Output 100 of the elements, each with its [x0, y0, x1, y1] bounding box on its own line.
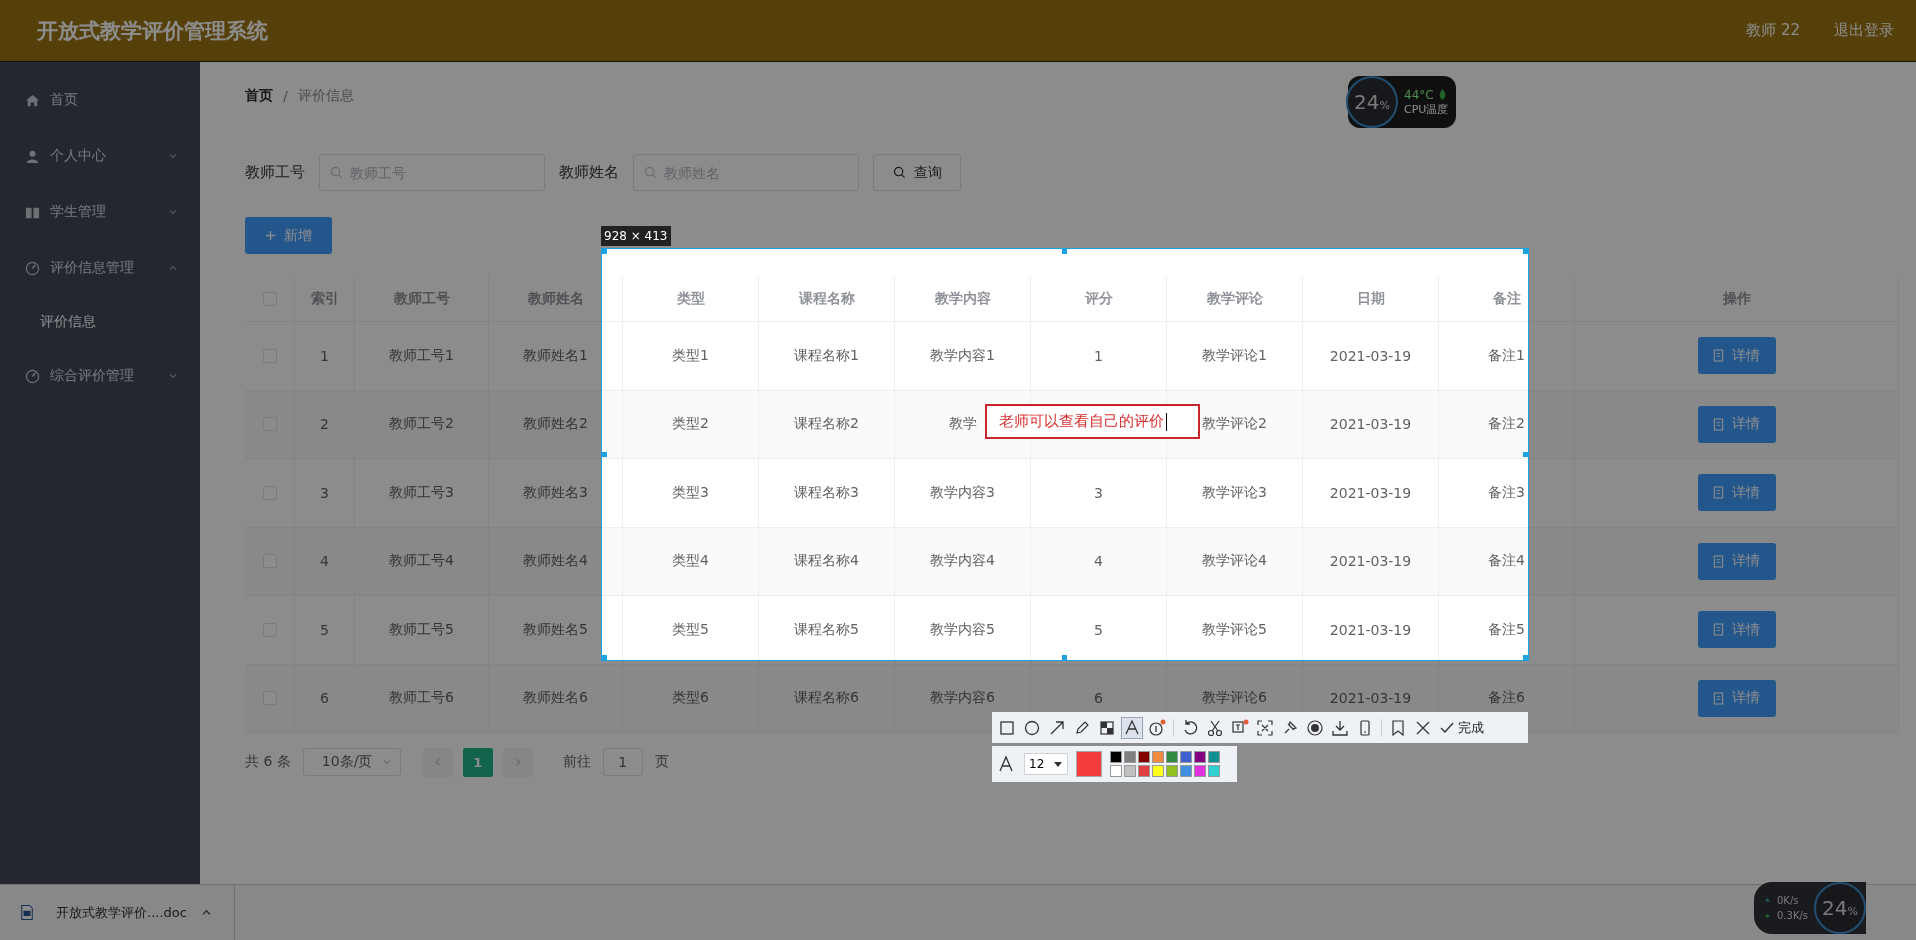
table-cell: 类型6	[672, 689, 709, 708]
goto-label: 前往	[562, 753, 591, 771]
table-cell: 教学评论3	[1202, 483, 1267, 502]
table-cell: 教学内容5	[930, 620, 995, 639]
table-cell: 教师姓名3	[523, 483, 588, 502]
table-cell: 教学评论6	[1202, 689, 1267, 708]
table-cell: 教学评论4	[1202, 552, 1267, 571]
table-cell: 教学评论2	[1202, 415, 1267, 434]
current-color-swatch[interactable]	[1076, 751, 1102, 777]
field-label: 教师工号	[245, 163, 305, 182]
color-swatch[interactable]	[1166, 765, 1178, 777]
column-header: 教师工号	[393, 289, 450, 308]
table-cell: 课程名称1	[794, 346, 859, 365]
table-cell: 教学内容6	[930, 689, 995, 708]
cpu-label: CPU温度	[1404, 101, 1449, 117]
table-cell: 2021-03-19	[1329, 347, 1412, 364]
color-swatch[interactable]	[1180, 765, 1192, 777]
table-cell: 教学评论5	[1202, 620, 1267, 639]
color-swatch[interactable]	[1138, 765, 1150, 777]
column-header: 教学评论	[1206, 289, 1263, 308]
table-cell: 6	[1094, 690, 1103, 707]
table-cell: 5	[320, 621, 329, 638]
breadcrumb-separator: /	[283, 88, 288, 104]
table-cell: 2021-03-19	[1329, 484, 1412, 501]
column-header: 教师姓名	[527, 289, 584, 308]
selection-size-label: 928 × 413	[601, 226, 671, 246]
table-cell: 备注3	[1488, 483, 1525, 502]
table-cell: 4	[320, 553, 329, 570]
column-header: 日期	[1356, 289, 1385, 308]
upload-speed: 0K/s	[1777, 895, 1799, 906]
color-swatch[interactable]	[1166, 751, 1178, 763]
color-swatch[interactable]	[1194, 765, 1206, 777]
color-swatch[interactable]	[1110, 751, 1122, 763]
table-cell: 2	[320, 416, 329, 433]
color-swatch[interactable]	[1138, 751, 1150, 763]
column-header: 备注	[1492, 289, 1521, 308]
field-label: 教师姓名	[559, 163, 619, 182]
cpu-temperature: 44°C	[1404, 87, 1434, 102]
color-swatch[interactable]	[1124, 765, 1136, 777]
table-cell: 类型3	[672, 483, 709, 502]
table-cell: 教师工号3	[389, 483, 454, 502]
table-cell: 课程名称5	[794, 620, 859, 639]
table-cell: 备注4	[1488, 552, 1525, 571]
table-cell: 课程名称4	[794, 552, 859, 571]
breadcrumb-item[interactable]: 首页	[245, 87, 273, 105]
table-cell: 教师姓名4	[523, 552, 588, 571]
table-cell: 类型1	[672, 346, 709, 365]
logout-link[interactable]: 退出登录	[1834, 21, 1894, 40]
color-swatch[interactable]	[1152, 765, 1164, 777]
table-cell: 类型2	[672, 415, 709, 434]
table-cell: 备注6	[1488, 689, 1525, 708]
table-cell: 教学	[948, 415, 977, 434]
column-header: 评分	[1084, 289, 1113, 308]
column-header: 操作	[1722, 289, 1751, 308]
color-swatch[interactable]	[1152, 751, 1164, 763]
app-title: 开放式教学评价管理系统	[37, 17, 269, 45]
table-cell: 3	[1094, 484, 1103, 501]
table-cell: 教学内容4	[930, 552, 995, 571]
column-header: 索引	[310, 289, 339, 308]
table-cell: 教师工号1	[389, 346, 454, 365]
font-size-dropdown[interactable]: 12	[1024, 753, 1068, 775]
breadcrumb-item: 评价信息	[297, 87, 354, 105]
table-cell: 备注1	[1488, 346, 1525, 365]
dropdown-triangle-icon	[1053, 759, 1063, 769]
table-cell: 课程名称2	[794, 415, 859, 434]
user-name: 教师 22	[1746, 21, 1800, 40]
table-cell: 2021-03-19	[1329, 690, 1412, 707]
column-header: 课程名称	[798, 289, 855, 308]
table-cell: 2021-03-19	[1329, 553, 1412, 570]
done-button[interactable]: 完成	[1437, 718, 1486, 737]
color-swatch[interactable]	[1110, 765, 1122, 777]
table-cell: 4	[1094, 553, 1103, 570]
text-annotation[interactable]: 老师可以查看自己的评价	[985, 404, 1200, 439]
table-cell: 3	[320, 484, 329, 501]
table-cell: 教师工号6	[389, 689, 454, 708]
table-cell: 备注5	[1488, 620, 1525, 639]
column-header: 教学内容	[934, 289, 991, 308]
table-cell: 2021-03-19	[1329, 416, 1412, 433]
capture-selection-frame[interactable]	[601, 248, 1529, 661]
table-cell: 教师姓名5	[523, 620, 588, 639]
table-cell: 教师姓名6	[523, 689, 588, 708]
column-header: 类型	[676, 289, 705, 308]
table-cell: 备注2	[1488, 415, 1525, 434]
color-swatch[interactable]	[1180, 751, 1192, 763]
color-swatch[interactable]	[1194, 751, 1206, 763]
table-cell: 教师工号5	[389, 620, 454, 639]
table-cell: 课程名称6	[794, 689, 859, 708]
color-swatch[interactable]	[1208, 751, 1220, 763]
table-cell: 教师工号4	[389, 552, 454, 571]
color-swatch[interactable]	[1208, 765, 1220, 777]
table-cell: 5	[1094, 621, 1103, 638]
table-cell: 类型5	[672, 620, 709, 639]
table-cell: 1	[1094, 347, 1103, 364]
table-cell: 教学内容3	[930, 483, 995, 502]
text-icon[interactable]	[1121, 716, 1143, 739]
table-cell: 6	[320, 690, 329, 707]
table-cell: 教师姓名2	[523, 415, 588, 434]
total-count: 共 6 条	[245, 753, 291, 771]
table-cell: 教师姓名1	[523, 346, 588, 365]
color-swatch[interactable]	[1124, 751, 1136, 763]
